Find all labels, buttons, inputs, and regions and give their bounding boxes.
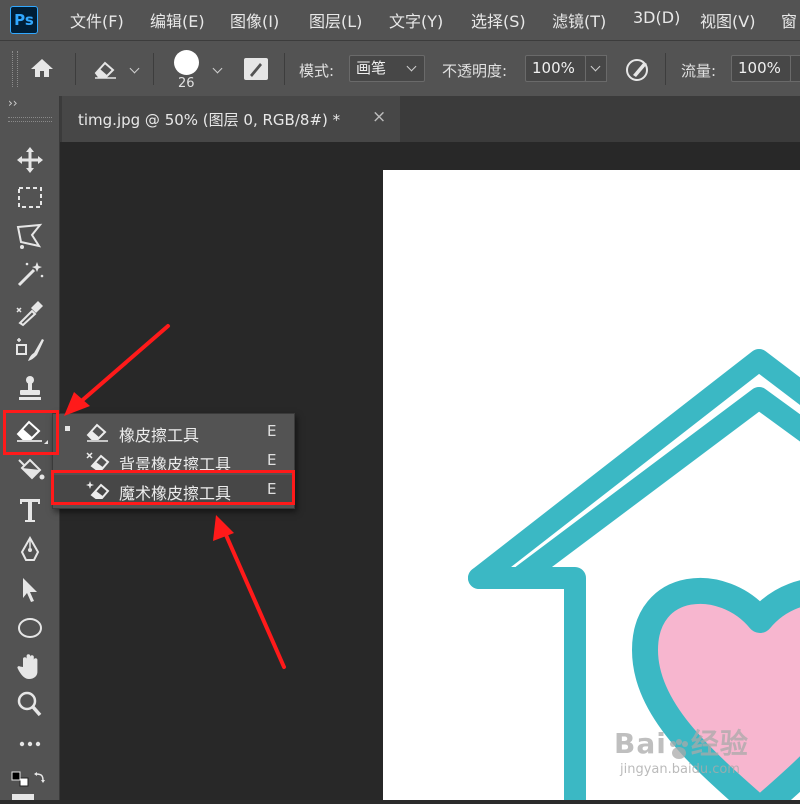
watermark-url: jingyan.baidu.com — [620, 762, 740, 777]
watermark-brand: Bai — [614, 727, 667, 760]
arrow-to-eraser — [76, 324, 170, 406]
annotation-arrows — [64, 324, 286, 669]
watermark-brand-cn: 经验 — [690, 727, 749, 760]
arrow-head — [213, 515, 234, 541]
baidu-watermark: Bai 经验 — [614, 722, 749, 762]
arrow-to-magic-eraser — [224, 533, 286, 669]
paw-icon — [667, 734, 691, 759]
